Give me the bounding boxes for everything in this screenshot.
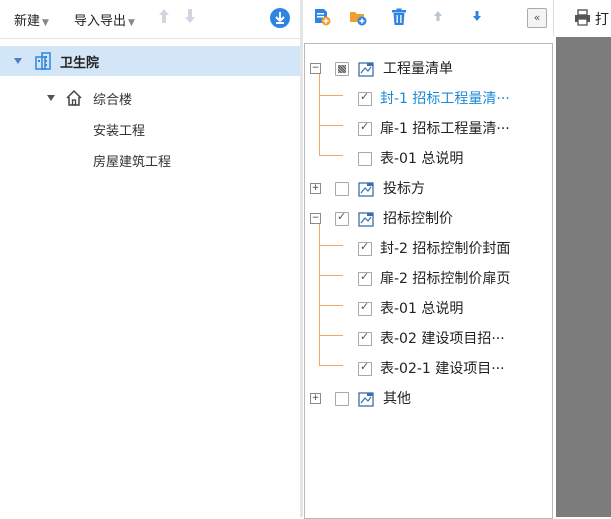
move-down-icon[interactable]	[470, 8, 484, 28]
report-preview-area	[556, 37, 611, 517]
report-item-node[interactable]: ✓ 表-02-1 建设项目···	[305, 358, 550, 388]
report-item-node[interactable]: ✓ 扉-1 招标工程量清···	[305, 118, 550, 148]
move-up-icon[interactable]	[431, 8, 445, 28]
report-node-label: 其他	[383, 391, 411, 407]
report-node-label: 封-2 招标控制价封面	[380, 241, 511, 257]
home-icon	[65, 89, 83, 111]
checkbox[interactable]: ✓	[358, 240, 372, 256]
expand-icon[interactable]: +	[310, 393, 321, 404]
tree-item-child[interactable]: 综合楼	[0, 83, 300, 113]
checkbox[interactable]: ✓	[335, 210, 349, 226]
arrow-up-icon[interactable]	[158, 8, 170, 28]
checkbox[interactable]: ✓	[358, 330, 372, 346]
building-icon	[34, 52, 52, 74]
expand-arrow-icon[interactable]	[14, 58, 22, 64]
report-folder-node[interactable]: + 投标方	[305, 178, 550, 208]
report-item-node[interactable]: ✓ 表-01 总说明	[305, 298, 550, 328]
new-label: 新建	[14, 14, 41, 29]
report-folder-node[interactable]: − ✓ 招标控制价	[305, 208, 550, 238]
import-export-button[interactable]: 导入导出 ▼	[74, 10, 135, 29]
report-folder-node[interactable]: − 工程量清单	[305, 58, 550, 88]
report-node-label: 封-1 招标工程量清···	[380, 91, 510, 107]
report-item-node[interactable]: 表-01 总说明	[305, 148, 550, 178]
checkbox[interactable]: ✓	[358, 90, 372, 106]
tree-child-label: 综合楼	[93, 93, 133, 108]
collapse-panel-button[interactable]: «	[527, 8, 547, 28]
new-button[interactable]: 新建 ▼	[14, 10, 49, 29]
checkbox[interactable]	[335, 62, 349, 76]
project-tree: 卫生院 综合楼 安装工程 房屋建筑工程	[0, 39, 300, 517]
report-node-label: 表-02-1 建设项目···	[380, 361, 505, 377]
checkbox[interactable]: ✓	[358, 300, 372, 316]
report-node-label: 投标方	[383, 181, 425, 197]
report-node-label: 招标控制价	[383, 211, 453, 227]
download-circle-icon[interactable]	[270, 8, 290, 28]
checkbox[interactable]: ✓	[358, 360, 372, 376]
checkbox[interactable]	[335, 392, 349, 406]
report-folder-node[interactable]: + 其他	[305, 388, 550, 418]
report-node-label: 表-02 建设项目招···	[380, 331, 505, 347]
report-node-label: 扉-2 招标控制价扉页	[380, 271, 511, 287]
check-mark-icon: ✓	[360, 300, 370, 313]
check-mark-icon: ✓	[360, 240, 370, 253]
arrow-down-icon[interactable]	[184, 8, 196, 28]
print-toolbar: 打	[553, 0, 611, 36]
expand-icon[interactable]: +	[310, 183, 321, 194]
tree-root-label: 卫生院	[60, 56, 100, 71]
report-node-label: 工程量清单	[383, 61, 453, 77]
expand-arrow-icon[interactable]	[47, 95, 55, 101]
report-node-label: 表-01 总说明	[380, 151, 464, 167]
delete-icon[interactable]	[390, 8, 408, 30]
check-mark-icon: ✓	[360, 270, 370, 283]
check-mark-icon: ✓	[360, 330, 370, 343]
add-folder-icon[interactable]	[349, 8, 367, 30]
printer-icon[interactable]	[574, 9, 591, 30]
check-mark-icon: ✓	[360, 360, 370, 373]
check-mark-icon: ✓	[360, 90, 370, 103]
checkbox[interactable]: ✓	[358, 120, 372, 136]
report-item-node[interactable]: ✓ 封-2 招标控制价封面	[305, 238, 550, 268]
panel-splitter[interactable]	[300, 0, 303, 517]
tree-leaf[interactable]: 安装工程	[0, 114, 300, 144]
add-report-icon[interactable]	[313, 8, 331, 30]
checkbox[interactable]	[335, 182, 349, 196]
report-folder-icon	[358, 212, 374, 231]
collapse-icon[interactable]: −	[310, 213, 321, 224]
report-node-label: 表-01 总说明	[380, 301, 464, 317]
left-toolbar: 新建 ▼ 导入导出 ▼	[0, 0, 300, 39]
tree-leaf-label: 房屋建筑工程	[93, 155, 172, 170]
report-tree: − 工程量清单 ✓ 封-1 招标工程量清··· ✓ 扉-1 招标工程量清··· 表-01 总…	[304, 43, 553, 519]
report-node-label: 扉-1 招标工程量清···	[380, 121, 510, 137]
collapse-icon[interactable]: −	[310, 63, 321, 74]
checkbox[interactable]: ✓	[358, 270, 372, 286]
report-item-node[interactable]: ✓ 扉-2 招标控制价扉页	[305, 268, 550, 298]
import-export-caret-icon: ▼	[128, 18, 135, 28]
check-mark-icon: ✓	[337, 210, 347, 223]
report-folder-icon	[358, 182, 374, 201]
checkbox[interactable]	[358, 152, 372, 166]
check-mark-icon: ✓	[360, 120, 370, 133]
import-export-label: 导入导出	[74, 14, 127, 29]
report-item-node[interactable]: ✓ 表-02 建设项目招···	[305, 328, 550, 358]
tree-leaf-label: 安装工程	[93, 124, 146, 139]
print-button[interactable]: 打	[595, 9, 609, 29]
report-folder-icon	[358, 392, 374, 411]
tree-leaf[interactable]: 房屋建筑工程	[0, 145, 300, 175]
report-toolbar: «	[303, 0, 553, 36]
tree-item-root[interactable]: 卫生院	[0, 46, 300, 76]
report-item-node[interactable]: ✓ 封-1 招标工程量清···	[305, 88, 550, 118]
report-folder-icon	[358, 62, 374, 81]
new-caret-icon: ▼	[42, 18, 49, 28]
